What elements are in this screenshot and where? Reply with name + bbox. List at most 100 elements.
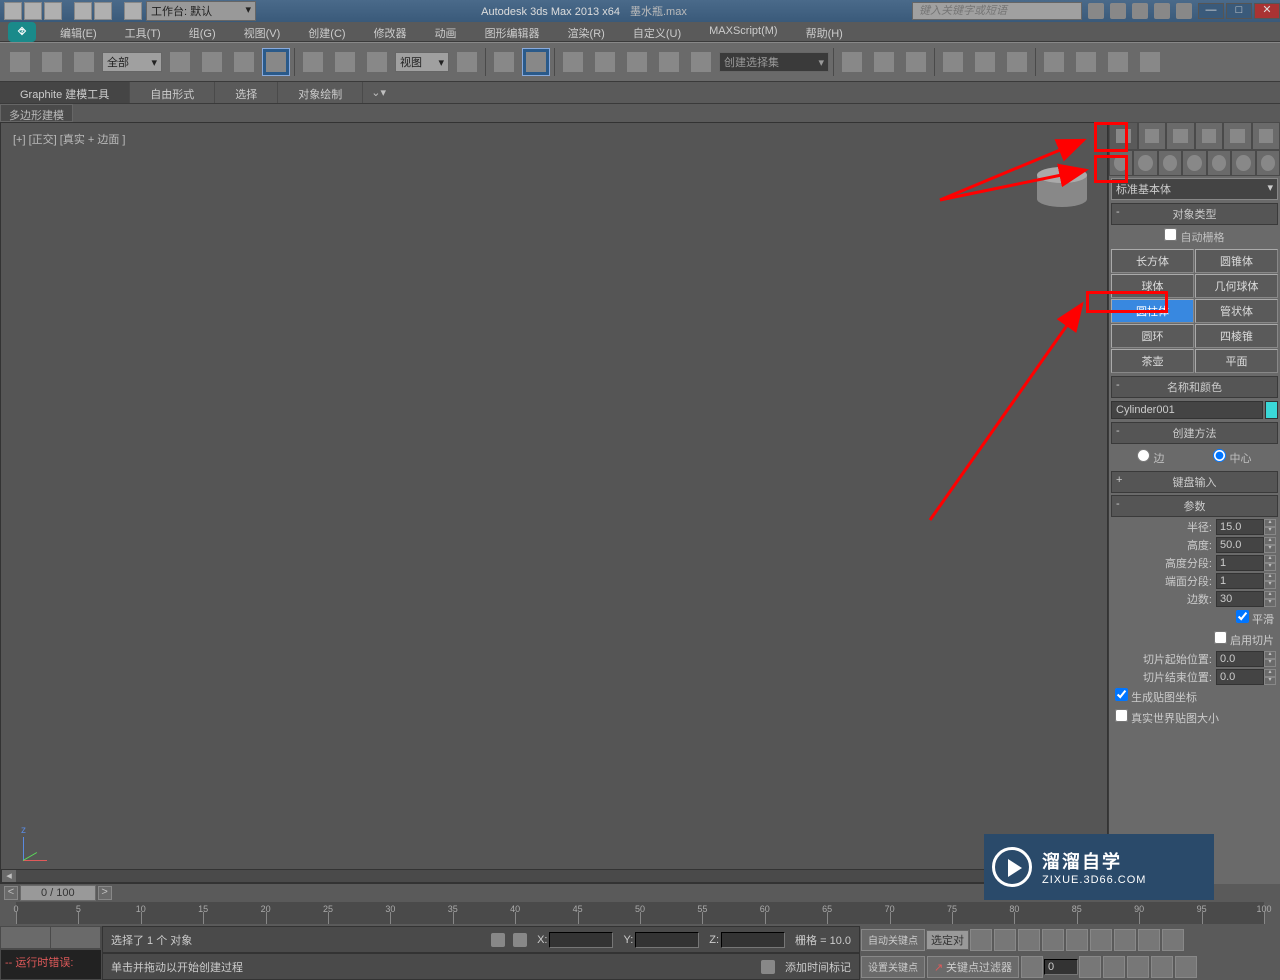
shapes-category-icon[interactable] — [1133, 150, 1157, 176]
move-icon[interactable] — [299, 48, 327, 76]
undo-icon[interactable] — [74, 2, 92, 20]
modify-tab-icon[interactable] — [1138, 122, 1167, 150]
object-type-四棱锥[interactable]: 四棱锥 — [1195, 324, 1278, 348]
maxscript-mini-right[interactable] — [51, 927, 101, 948]
nav-pan-icon[interactable] — [1103, 956, 1125, 978]
heightsegs-input[interactable] — [1216, 555, 1264, 571]
material-editor-icon[interactable] — [1003, 48, 1031, 76]
goto-start-icon[interactable] — [970, 929, 992, 951]
add-time-tag[interactable]: 添加时间标记 — [785, 959, 851, 975]
coord-z-input[interactable] — [721, 932, 785, 948]
menu-group[interactable]: 组(G) — [175, 22, 230, 41]
render-icon[interactable] — [1104, 48, 1132, 76]
geometry-category-icon[interactable] — [1109, 150, 1133, 176]
help-search-input[interactable] — [912, 2, 1082, 20]
menu-customize[interactable]: 自定义(U) — [619, 22, 695, 41]
select-icon[interactable] — [166, 48, 194, 76]
nav-zoom-icon[interactable] — [1090, 929, 1112, 951]
prev-frame-icon[interactable] — [994, 929, 1016, 951]
rollout-name-color[interactable]: -名称和颜色 — [1111, 376, 1278, 398]
selection-filter-dropdown[interactable]: 全部▾ — [102, 52, 162, 72]
object-type-长方体[interactable]: 长方体 — [1111, 249, 1194, 273]
create-tab-icon[interactable] — [1109, 122, 1138, 150]
nav-fov-icon[interactable] — [1162, 929, 1184, 951]
bind-spacewarp-icon[interactable] — [70, 48, 98, 76]
ribbon-tab-freeform[interactable]: 自由形式 — [130, 82, 215, 103]
maxscript-listener-error[interactable]: -- 运行时错误: — [0, 949, 102, 980]
menu-grapheditors[interactable]: 图形编辑器 — [471, 22, 554, 41]
nav-zoomall-icon[interactable] — [1114, 929, 1136, 951]
object-type-管状体[interactable]: 管状体 — [1195, 299, 1278, 323]
absolute-relative-icon[interactable] — [513, 933, 527, 947]
time-slider-prev[interactable]: < — [4, 886, 18, 900]
selection-lock-icon[interactable] — [491, 933, 505, 947]
favorites-icon[interactable] — [1154, 3, 1170, 19]
time-ruler[interactable]: 0510152025303540455055606570758085909510… — [16, 902, 1264, 924]
object-color-swatch[interactable] — [1265, 401, 1278, 419]
link-icon[interactable] — [124, 2, 142, 20]
viewport-object-cylinder[interactable] — [1037, 167, 1087, 211]
help-icon[interactable] — [1176, 3, 1192, 19]
realworld-checkbox[interactable]: 真实世界贴图大小 — [1115, 709, 1219, 726]
schematic-view-icon[interactable] — [971, 48, 999, 76]
open-icon[interactable] — [24, 2, 42, 20]
window-crossing-icon[interactable] — [262, 48, 290, 76]
next-frame-icon[interactable] — [1042, 929, 1064, 951]
radius-down[interactable]: ▾ — [1264, 527, 1276, 535]
curve-editor-icon[interactable] — [939, 48, 967, 76]
close-button[interactable]: ✕ — [1254, 3, 1280, 19]
sides-input[interactable] — [1216, 591, 1264, 607]
radio-edge[interactable]: 边 — [1137, 449, 1164, 466]
edit-named-sel-icon[interactable] — [687, 48, 715, 76]
keyboard-shortcut-icon[interactable] — [522, 48, 550, 76]
object-name-input[interactable] — [1111, 401, 1263, 419]
unlink-icon[interactable] — [38, 48, 66, 76]
hierarchy-tab-icon[interactable] — [1166, 122, 1195, 150]
rotate-icon[interactable] — [331, 48, 359, 76]
set-key-button[interactable]: 设置关键点 — [861, 956, 925, 978]
coord-x-input[interactable] — [549, 932, 613, 948]
align-icon[interactable] — [870, 48, 898, 76]
object-type-圆锥体[interactable]: 圆锥体 — [1195, 249, 1278, 273]
radio-center[interactable]: 中心 — [1213, 449, 1251, 466]
spinner-snap-icon[interactable] — [655, 48, 683, 76]
utilities-tab-icon[interactable] — [1252, 122, 1280, 150]
subcategory-dropdown[interactable]: 标准基本体▾ — [1111, 178, 1278, 200]
ribbon-tab-graphite[interactable]: Graphite 建模工具 — [0, 82, 130, 103]
ref-coord-dropdown[interactable]: 视图▾ — [395, 52, 449, 72]
gen-uv-checkbox[interactable]: 生成贴图坐标 — [1115, 688, 1197, 705]
search-icon[interactable] — [1088, 3, 1104, 19]
play-icon[interactable] — [1018, 929, 1040, 951]
slice-on-checkbox[interactable]: 启用切片 — [1214, 631, 1274, 648]
maximize-button[interactable]: □ — [1226, 3, 1252, 19]
autogrid-checkbox[interactable]: 自动栅格 — [1164, 232, 1224, 244]
viewport-label[interactable]: [+] [正交] [真实 + 边面 ] — [13, 131, 125, 147]
height-input[interactable] — [1216, 537, 1264, 553]
auto-key-button[interactable]: 自动关键点 — [861, 929, 925, 951]
capsegs-input[interactable] — [1216, 573, 1264, 589]
workspace-dropdown[interactable]: 工作台: 默认▾ — [146, 1, 256, 21]
sliceto-input[interactable] — [1216, 669, 1264, 685]
object-type-几何球体[interactable]: 几何球体 — [1195, 274, 1278, 298]
object-type-球体[interactable]: 球体 — [1111, 274, 1194, 298]
object-type-茶壶[interactable]: 茶壶 — [1111, 349, 1194, 373]
goto-end-icon[interactable] — [1066, 929, 1088, 951]
minimize-button[interactable]: ― — [1198, 3, 1224, 19]
angle-snap-icon[interactable] — [591, 48, 619, 76]
menu-edit[interactable]: 编辑(E) — [46, 22, 111, 41]
select-name-icon[interactable] — [198, 48, 226, 76]
percent-snap-icon[interactable] — [623, 48, 651, 76]
layers-icon[interactable] — [902, 48, 930, 76]
nav-maximize-icon[interactable] — [1175, 956, 1197, 978]
key-mode-icon[interactable] — [1021, 956, 1043, 978]
time-tag-icon[interactable] — [761, 960, 775, 974]
named-selection-dropdown[interactable]: 创建选择集▾ — [719, 52, 829, 72]
menu-rendering[interactable]: 渲染(R) — [554, 22, 619, 41]
new-icon[interactable] — [4, 2, 22, 20]
pivot-icon[interactable] — [453, 48, 481, 76]
object-type-圆柱体[interactable]: 圆柱体 — [1111, 299, 1194, 323]
slicefrom-input[interactable] — [1216, 651, 1264, 667]
redo-icon[interactable] — [94, 2, 112, 20]
save-icon[interactable] — [44, 2, 62, 20]
mirror-icon[interactable] — [838, 48, 866, 76]
